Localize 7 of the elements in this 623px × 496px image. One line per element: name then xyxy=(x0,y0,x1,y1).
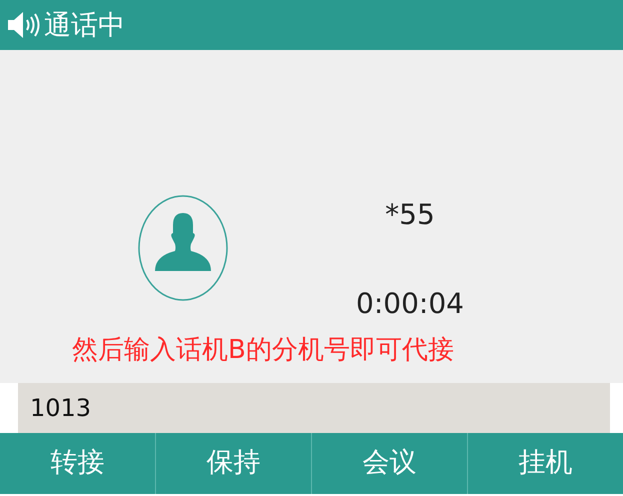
caller-number: *55 xyxy=(385,200,435,231)
speaker-icon xyxy=(6,10,40,40)
annotation-text: 然后输入话机B的分机号即可代接 xyxy=(72,336,455,365)
screen-title: 通话中 xyxy=(44,12,125,38)
avatar-icon xyxy=(138,195,228,301)
input-field[interactable]: 1013 xyxy=(18,383,610,433)
call-duration: 0:00:04 xyxy=(356,289,464,320)
